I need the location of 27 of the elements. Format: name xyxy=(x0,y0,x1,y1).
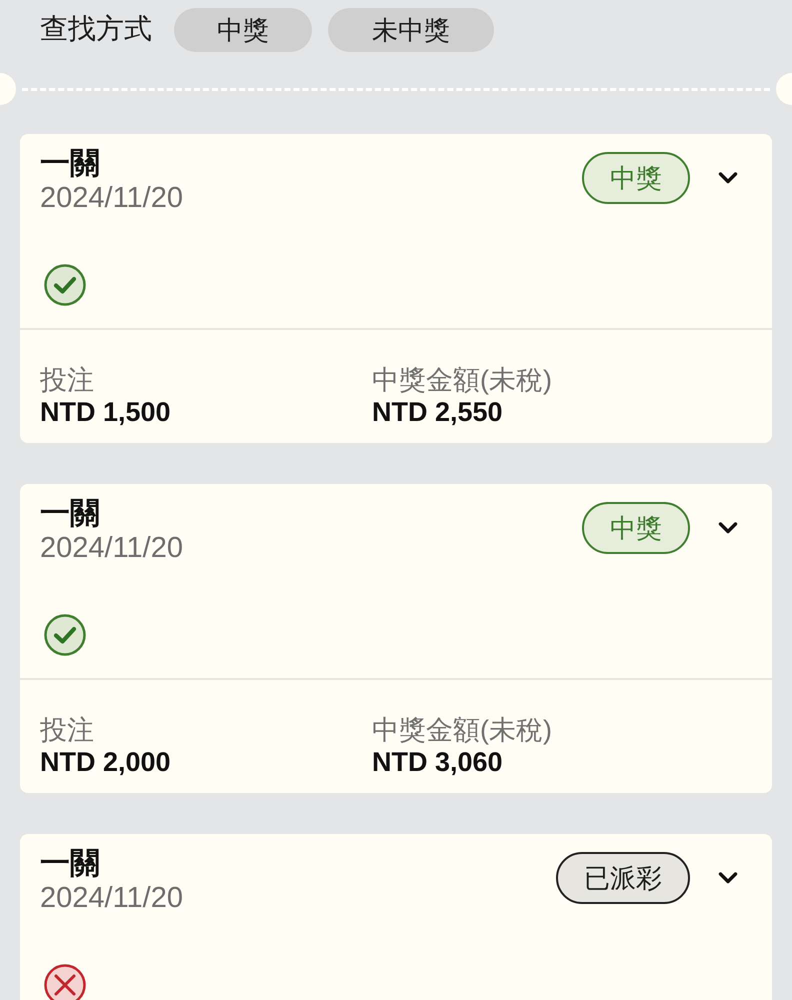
ticket-notch-icon xyxy=(0,73,16,105)
filter-option-button[interactable]: 中獎 xyxy=(174,8,312,52)
stake-amount: NTD 1,500 xyxy=(40,396,172,428)
status-badge: 中獎 xyxy=(582,152,690,204)
chevron-down-icon[interactable] xyxy=(718,521,738,535)
payout-label: 中獎金額(未稅) xyxy=(372,714,552,746)
stake-amount: NTD 2,000 xyxy=(40,746,172,778)
filter-option-button[interactable]: 未中獎 xyxy=(328,8,494,52)
stake-label: 投注 xyxy=(40,364,95,396)
filter-label: 查找方式 xyxy=(40,12,152,46)
chevron-down-icon[interactable] xyxy=(718,871,738,885)
check-circle-icon xyxy=(44,264,86,306)
ticket-date: 2024/11/20 xyxy=(40,882,183,914)
payout-amount: NTD 2,550 xyxy=(372,396,504,428)
ticket-title: 一關 xyxy=(40,146,101,182)
stake-label: 投注 xyxy=(40,714,95,746)
payout-amount: NTD 3,060 xyxy=(372,746,504,778)
status-badge: 已派彩 xyxy=(556,852,690,904)
ticket-date: 2024/11/20 xyxy=(40,532,183,564)
payout-label: 中獎金額(未稅) xyxy=(372,364,552,396)
status-badge: 中獎 xyxy=(582,502,690,554)
ticket-notch-icon xyxy=(776,73,792,105)
chevron-down-icon[interactable] xyxy=(718,171,738,185)
check-circle-icon xyxy=(44,614,86,656)
ticket-title: 一關 xyxy=(40,846,101,882)
ticket-title: 一關 xyxy=(40,496,101,532)
ticket-date: 2024/11/20 xyxy=(40,182,183,214)
